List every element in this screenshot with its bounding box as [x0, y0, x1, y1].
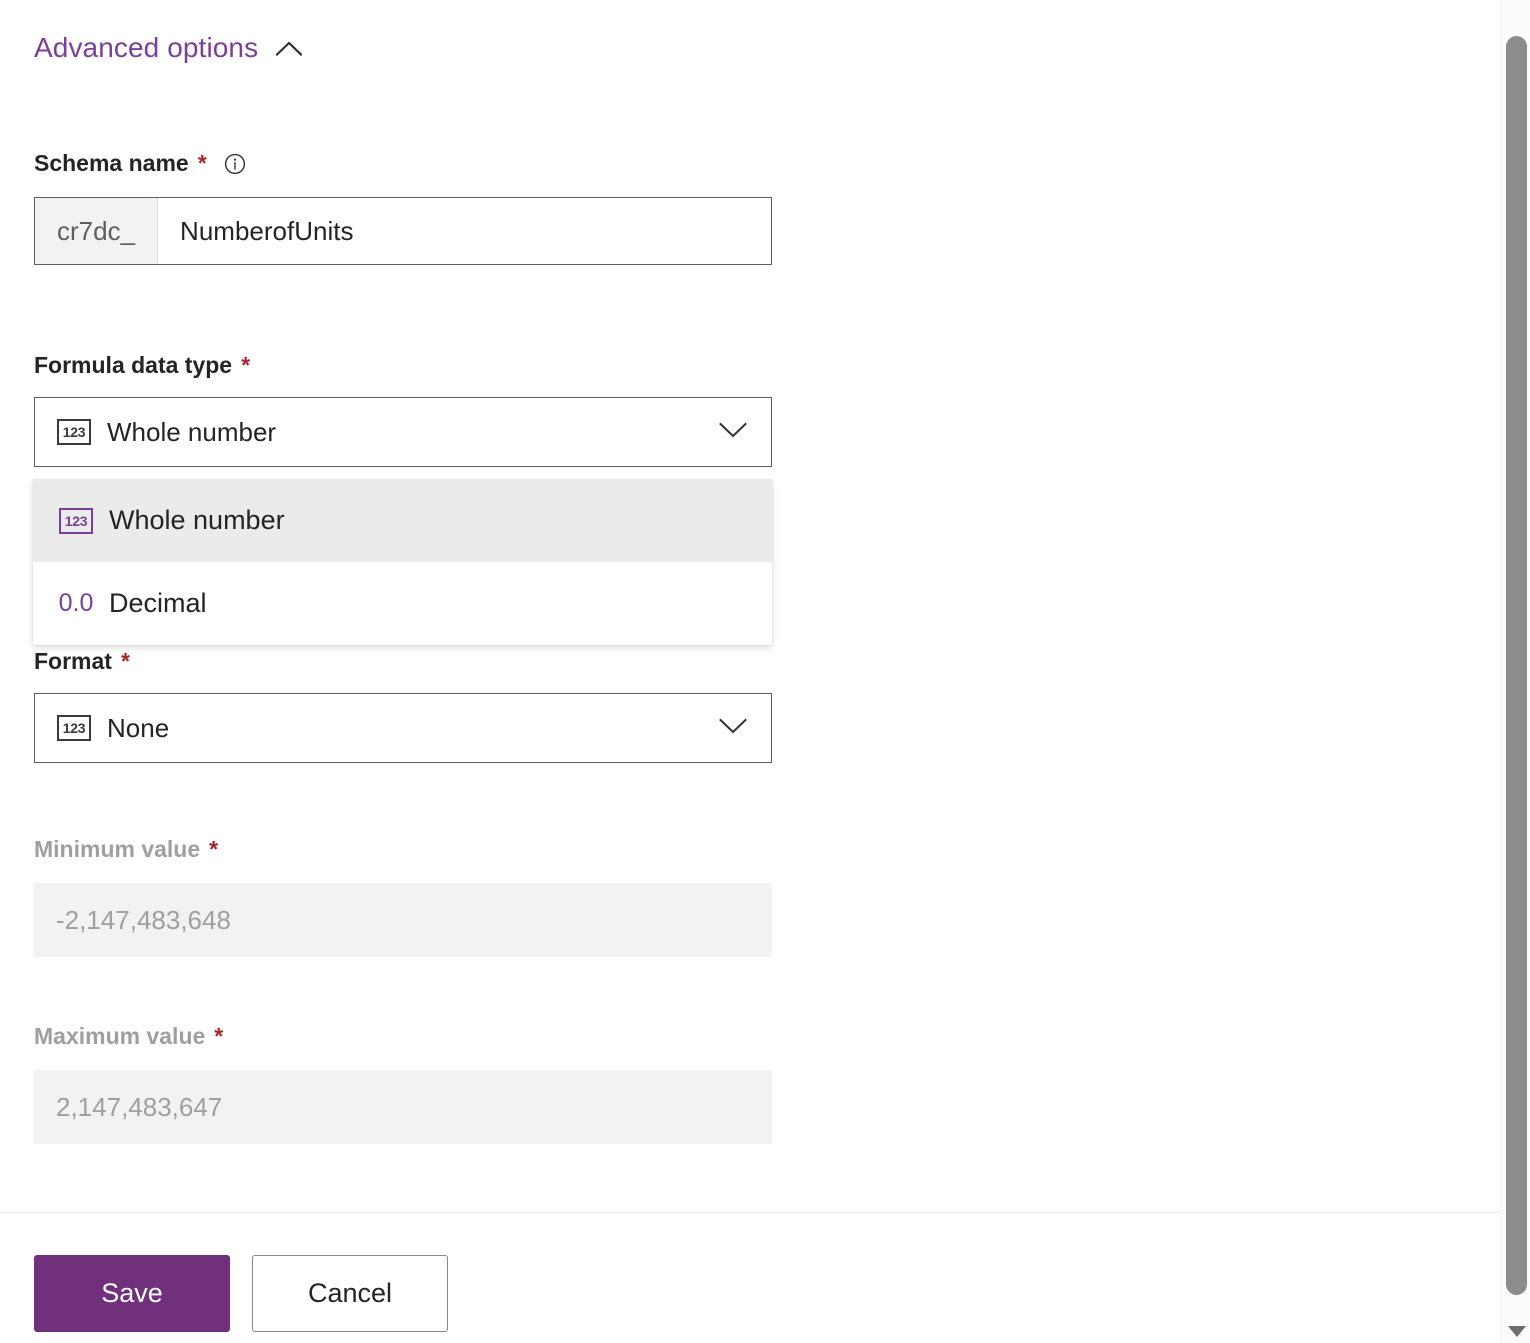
format-label-text: Format	[34, 648, 112, 675]
required-asterisk: *	[121, 650, 130, 673]
caret-down-icon[interactable]	[1508, 1326, 1526, 1337]
maximum-value-field: Maximum value * 2,147,483,647	[34, 1023, 772, 1144]
chevron-down-icon[interactable]	[719, 422, 757, 443]
minimum-value-label: Minimum value *	[34, 836, 772, 863]
maximum-value-text: 2,147,483,647	[56, 1092, 222, 1123]
number-123-icon: 123	[59, 508, 93, 534]
schema-name-label: Schema name *	[34, 150, 772, 177]
schema-name-input-group[interactable]: cr7dc_ NumberofUnits	[34, 197, 772, 265]
schema-name-input[interactable]: NumberofUnits	[158, 198, 771, 264]
chevron-up-icon	[276, 41, 302, 56]
formula-data-type-value: Whole number	[107, 417, 719, 448]
field-properties-panel: Advanced options Schema name *	[0, 0, 1501, 1343]
chevron-down-icon[interactable]	[719, 718, 757, 739]
formula-data-type-label-text: Formula data type	[34, 352, 232, 379]
minimum-value-field: Minimum value * -2,147,483,648	[34, 836, 772, 957]
number-123-icon: 123	[57, 419, 91, 445]
panel-scroll-area: Advanced options Schema name *	[0, 0, 1501, 1213]
maximum-value-label: Maximum value *	[34, 1023, 772, 1050]
format-combobox[interactable]: 123 None	[34, 693, 772, 763]
schema-name-prefix: cr7dc_	[35, 198, 158, 264]
schema-name-label-text: Schema name	[34, 150, 189, 177]
footer-actions: Save Cancel	[34, 1255, 448, 1332]
formula-data-type-field: Formula data type * 123 Whole number	[34, 352, 772, 467]
advanced-options-label: Advanced options	[34, 32, 258, 64]
maximum-value-input: 2,147,483,647	[34, 1070, 772, 1144]
save-button[interactable]: Save	[34, 1255, 230, 1332]
format-field: Format * 123 None	[34, 648, 772, 763]
dropdown-option-label: Whole number	[109, 505, 285, 536]
maximum-value-label-text: Maximum value	[34, 1023, 205, 1050]
dropdown-option-label: Decimal	[109, 588, 207, 619]
cancel-button[interactable]: Cancel	[252, 1255, 448, 1332]
format-value: None	[107, 713, 719, 744]
formula-data-type-label: Formula data type *	[34, 352, 772, 379]
required-asterisk: *	[241, 354, 250, 377]
dropdown-option-whole-number[interactable]: 123 Whole number	[33, 479, 772, 562]
footer-divider	[0, 1212, 1501, 1213]
formula-data-type-combobox[interactable]: 123 Whole number	[34, 397, 772, 467]
decimal-00-icon: 0.0	[59, 591, 93, 617]
minimum-value-input: -2,147,483,648	[34, 883, 772, 957]
vertical-scrollbar[interactable]	[1501, 0, 1530, 1343]
minimum-value-text: -2,147,483,648	[56, 905, 231, 936]
minimum-value-label-text: Minimum value	[34, 836, 200, 863]
info-icon[interactable]	[224, 153, 246, 175]
required-asterisk: *	[209, 838, 218, 861]
advanced-options-toggle[interactable]: Advanced options	[34, 32, 302, 64]
number-123-icon: 123	[57, 715, 91, 741]
formula-data-type-dropdown-list[interactable]: 123 Whole number 0.0 Decimal	[33, 479, 772, 645]
schema-name-field: Schema name * cr7dc_ NumberofUnits	[34, 150, 772, 265]
scrollbar-thumb[interactable]	[1506, 36, 1527, 1295]
required-asterisk: *	[198, 152, 207, 175]
required-asterisk: *	[214, 1025, 223, 1048]
dropdown-option-decimal[interactable]: 0.0 Decimal	[33, 562, 772, 645]
format-label: Format *	[34, 648, 772, 675]
